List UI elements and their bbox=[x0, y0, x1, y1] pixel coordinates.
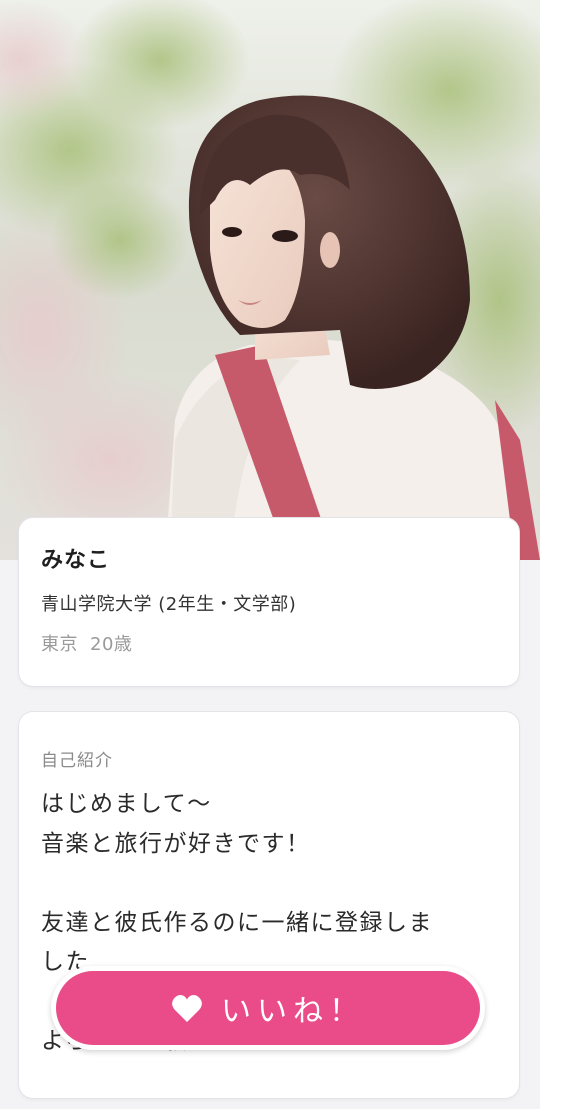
like-button-label: いいね！ bbox=[221, 994, 365, 1029]
heart-icon bbox=[172, 994, 202, 1022]
bio-line: 音楽と旅行が好きです！ bbox=[41, 830, 311, 857]
profile-screen: みなこ 青山学院大学 (2年生・文学部) 東京 20歳 自己紹介 はじめまして〜 … bbox=[0, 0, 570, 1109]
profile-info-card: みなこ 青山学院大学 (2年生・文学部) 東京 20歳 bbox=[19, 518, 519, 686]
bio-heading: 自己紹介 bbox=[41, 751, 113, 771]
profile-location: 東京 bbox=[41, 634, 78, 655]
bio-blank-line bbox=[41, 864, 497, 904]
bio-line: はじめまして〜 bbox=[41, 791, 212, 817]
profile-photo bbox=[0, 0, 540, 560]
like-button-body[interactable]: いいね！ bbox=[56, 971, 480, 1045]
profile-school: 青山学院大学 (2年生・文学部) bbox=[41, 594, 297, 615]
edge-strip bbox=[540, 0, 570, 1109]
like-button[interactable]: いいね！ bbox=[51, 966, 485, 1050]
profile-meta: 東京 20歳 bbox=[41, 630, 497, 656]
bio-line: 友達と彼氏作るのに一緒に登録しま bbox=[41, 909, 433, 936]
profile-age: 20歳 bbox=[90, 634, 133, 655]
profile-name: みなこ bbox=[41, 548, 111, 573]
